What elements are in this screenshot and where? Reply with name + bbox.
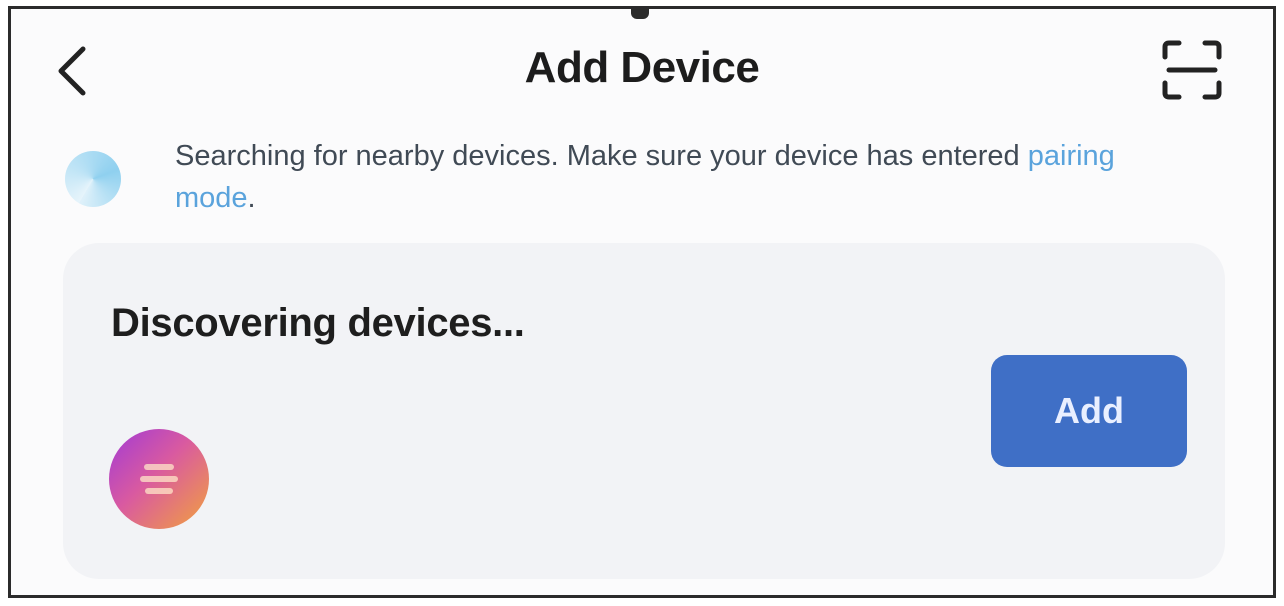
notice-text-end: . [247, 182, 256, 214]
page-title: Add Device [524, 43, 760, 92]
avatar-line [145, 488, 173, 494]
discovery-card: Discovering devices... Add [63, 243, 1225, 579]
discovering-title: Discovering devices... [111, 301, 525, 345]
notice-text-main: Searching for nearby devices. Make sure … [175, 140, 1028, 172]
device-avatar-icon[interactable] [109, 429, 209, 529]
avatar-line [140, 476, 178, 482]
header-bar: Add Device [11, 27, 1273, 111]
searching-spinner-icon [65, 151, 121, 207]
search-notice: Searching for nearby devices. Make sure … [65, 131, 1205, 223]
screen-notch [631, 9, 649, 19]
scan-icon [1162, 40, 1222, 100]
scan-button[interactable] [1159, 37, 1225, 103]
add-button[interactable]: Add [991, 355, 1187, 467]
notice-text: Searching for nearby devices. Make sure … [175, 135, 1195, 219]
app-screen: Add Device Searching for nearby devices.… [8, 6, 1276, 598]
avatar-line [144, 464, 174, 470]
